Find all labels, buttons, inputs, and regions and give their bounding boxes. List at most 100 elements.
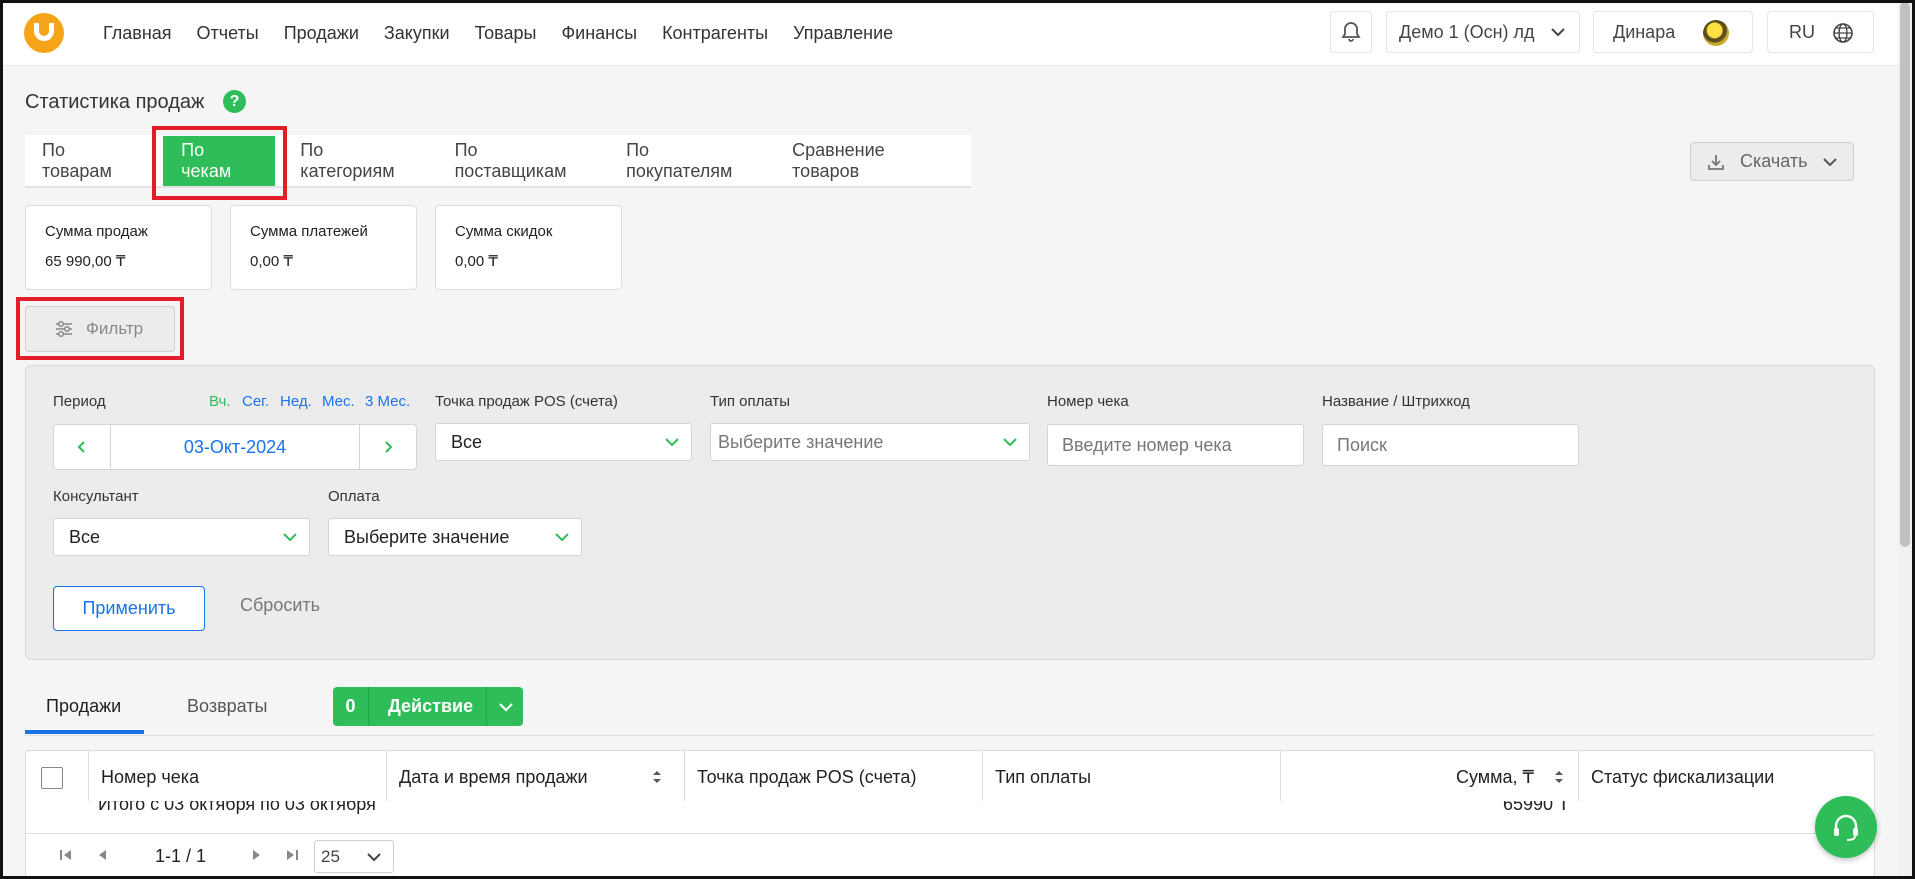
nav-item-home[interactable]: Главная — [103, 23, 172, 44]
column-header-pos[interactable]: Точка продаж POS (счета) — [684, 751, 982, 803]
tab-sales[interactable]: Продажи — [46, 696, 121, 717]
tab-by-suppliers[interactable]: По поставщикам — [438, 134, 610, 187]
receipts-table-header: Номер чека Дата и время продажи Точка пр… — [25, 750, 1875, 803]
payment-type-label: Тип оплаты — [710, 393, 791, 410]
pos-label: Точка продаж POS (счета) — [435, 393, 618, 410]
download-icon — [1708, 154, 1724, 170]
consultant-select[interactable]: Все — [53, 518, 310, 556]
app-logo[interactable] — [24, 13, 64, 53]
nav-item-counterparties[interactable]: Контрагенты — [662, 23, 768, 44]
prev-page-icon[interactable] — [96, 848, 108, 862]
column-label: Номер чека — [101, 766, 200, 787]
user-name: Динара — [1613, 21, 1676, 42]
first-page-icon[interactable] — [59, 848, 73, 862]
page-size-value: 25 — [321, 846, 340, 866]
nav-item-management[interactable]: Управление — [793, 23, 893, 44]
tab-compare-products[interactable]: Сравнение товаров — [775, 134, 971, 187]
last-page-icon[interactable] — [285, 848, 299, 862]
top-navbar: Главная Отчеты Продажи Закупки Товары Фи… — [0, 0, 1915, 66]
chevron-down-icon — [665, 438, 679, 447]
apply-button[interactable]: Применить — [53, 586, 205, 631]
action-button[interactable]: 0 Действие — [333, 687, 523, 726]
payment-select[interactable]: Выберите значение — [328, 518, 582, 556]
chevron-left-icon — [77, 441, 85, 453]
name-barcode-search-input[interactable]: Поиск — [1322, 424, 1579, 466]
notifications-button[interactable] — [1330, 11, 1372, 53]
globe-icon — [1833, 23, 1853, 43]
stat-value: 0,00 ₸ — [250, 253, 293, 270]
quick-month[interactable]: Мес. — [322, 393, 355, 410]
active-tab-indicator — [25, 730, 144, 734]
column-header-receipt-number[interactable]: Номер чека — [88, 751, 386, 803]
column-label: Дата и время продажи — [399, 766, 588, 787]
avatar — [1703, 20, 1729, 46]
tab-by-customers[interactable]: По покупателям — [609, 134, 775, 187]
column-header-fiscal-status[interactable]: Статус фискализации — [1578, 751, 1875, 803]
user-menu[interactable]: Динара — [1593, 11, 1753, 53]
quick-week[interactable]: Нед. — [280, 393, 312, 410]
column-label: Сумма, ₸ — [1455, 766, 1534, 787]
date-picker: 03-Окт-2024 — [53, 424, 417, 470]
nav-item-sales[interactable]: Продажи — [284, 23, 359, 44]
next-page-icon[interactable] — [251, 848, 263, 862]
report-tabs: По товарам По чекам По категориям По пос… — [25, 126, 971, 200]
tab-by-receipts-label: По чекам — [163, 135, 276, 186]
column-header-datetime[interactable]: Дата и время продажи — [386, 751, 684, 803]
name-barcode-label: Название / Штрихкод — [1322, 393, 1470, 410]
page-info: 1-1 / 1 — [155, 846, 207, 866]
total-label: Итого с 03 октября по 03 октября — [98, 801, 376, 814]
bell-icon — [1341, 22, 1361, 42]
language-code: RU — [1789, 21, 1815, 42]
chevron-down-icon — [1551, 28, 1565, 37]
select-all-checkbox[interactable] — [41, 767, 63, 789]
quick-3-months[interactable]: 3 Мес. — [365, 393, 410, 410]
tab-by-receipts[interactable]: По чекам — [152, 126, 288, 200]
receipt-number-input[interactable]: Введите номер чека — [1047, 424, 1304, 466]
selected-count: 0 — [333, 687, 369, 726]
tab-by-products[interactable]: По товарам — [25, 134, 155, 187]
scrollbar-thumb[interactable] — [1900, 2, 1910, 547]
stat-value: 0,00 ₸ — [455, 253, 498, 270]
chevron-down-icon — [555, 533, 569, 542]
chevron-down-icon — [1823, 158, 1837, 167]
payment-type-select[interactable]: Выберите значение — [710, 423, 1030, 461]
quick-yesterday[interactable]: Вч. — [209, 393, 231, 410]
action-label: Действие — [388, 696, 474, 716]
sort-icon[interactable] — [651, 769, 663, 785]
pos-select[interactable]: Все — [435, 423, 692, 461]
payment-select-value: Выберите значение — [344, 526, 510, 547]
nav-item-finance[interactable]: Финансы — [561, 23, 637, 44]
stat-value: 65 990,00 ₸ — [45, 253, 126, 270]
column-label: Точка продаж POS (счета) — [697, 766, 917, 787]
tab-returns[interactable]: Возвраты — [187, 696, 267, 717]
headset-icon — [1834, 814, 1858, 841]
nav-item-purchases[interactable]: Закупки — [384, 23, 450, 44]
nav-item-products[interactable]: Товары — [475, 23, 537, 44]
column-label: Статус фискализации — [1591, 766, 1775, 787]
stat-label: Сумма продаж — [45, 223, 148, 240]
language-selector[interactable]: RU — [1767, 11, 1874, 53]
reset-button[interactable]: Сбросить — [240, 595, 320, 616]
help-icon[interactable]: ? — [223, 90, 246, 113]
stat-card-payments: Сумма платежей 0,00 ₸ — [230, 205, 417, 290]
tab-by-categories[interactable]: По категориям — [283, 134, 437, 187]
quick-today[interactable]: Сег. — [242, 393, 269, 410]
company-selector[interactable]: Демо 1 (Осн) лд — [1386, 11, 1580, 53]
sort-icon[interactable] — [1553, 769, 1565, 785]
date-value[interactable]: 03-Окт-2024 — [111, 425, 359, 469]
date-prev-button[interactable] — [54, 425, 111, 469]
page-size-select[interactable]: 25 — [314, 840, 394, 873]
date-next-button[interactable] — [359, 425, 416, 469]
stat-label: Сумма скидок — [455, 223, 553, 240]
stat-card-discounts: Сумма скидок 0,00 ₸ — [435, 205, 622, 290]
action-dropdown-toggle[interactable] — [486, 687, 515, 726]
support-chat-button[interactable] — [1815, 796, 1877, 858]
nav-item-reports[interactable]: Отчеты — [197, 23, 259, 44]
consultant-label: Консультант — [53, 488, 139, 505]
download-button[interactable]: Скачать — [1690, 142, 1854, 181]
column-header-amount[interactable]: Сумма, ₸ — [1280, 751, 1578, 803]
stat-card-sales: Сумма продаж 65 990,00 ₸ — [25, 205, 212, 290]
column-header-payment-type[interactable]: Тип оплаты — [982, 751, 1280, 803]
column-label: Тип оплаты — [995, 766, 1092, 787]
chevron-down-icon — [1003, 438, 1017, 447]
